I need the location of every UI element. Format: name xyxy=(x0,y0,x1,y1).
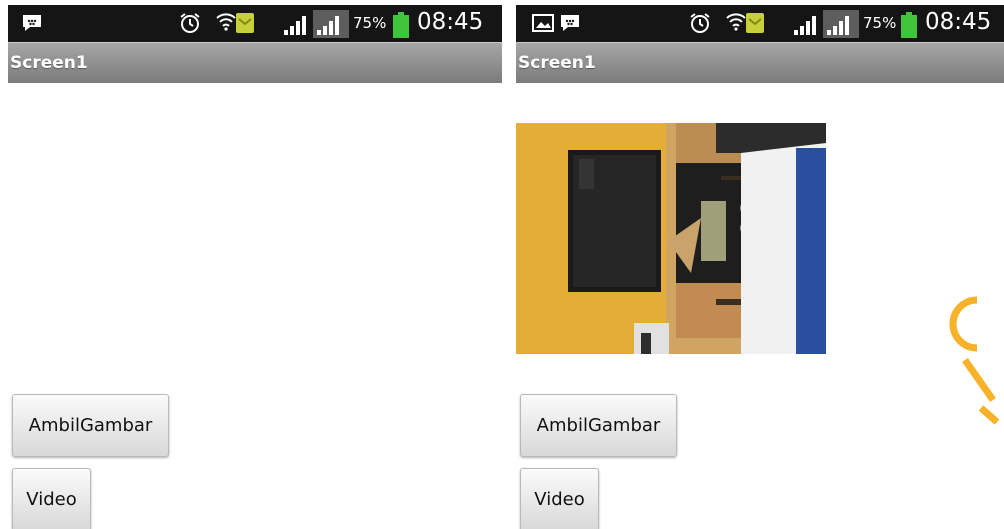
wifi-icon xyxy=(725,10,747,38)
video-button[interactable]: Video xyxy=(520,468,599,529)
alarm-icon xyxy=(688,11,712,39)
signal-icon xyxy=(792,14,820,40)
battery-percentage: 75% xyxy=(863,14,897,32)
room-photo-illustration xyxy=(516,123,826,354)
signal-icon xyxy=(282,14,310,40)
screen-title: Screen1 xyxy=(10,53,88,73)
video-button[interactable]: Video xyxy=(12,468,91,529)
watermark-logo xyxy=(949,296,1000,425)
bbm-chat-icon xyxy=(21,13,43,37)
phone-screen-left: 75% 08:45 Screen1 AmbilGambar Video xyxy=(8,5,502,529)
sim-card-icon xyxy=(745,12,765,38)
alarm-icon xyxy=(178,11,202,39)
sim-card-icon xyxy=(235,12,255,38)
screen-title: Screen1 xyxy=(518,53,596,73)
battery-icon xyxy=(393,12,409,42)
signal-icon xyxy=(823,10,859,42)
app-title-bar: Screen1 xyxy=(8,42,502,83)
phone-screen-right: 75% 08:45 Screen1 AmbilGambar Video xyxy=(516,5,1004,529)
status-bar: 75% 08:45 xyxy=(516,5,1004,42)
clock: 08:45 xyxy=(417,9,484,35)
picture-icon xyxy=(532,14,554,36)
clock: 08:45 xyxy=(925,9,992,35)
wifi-icon xyxy=(215,10,237,38)
battery-percentage: 75% xyxy=(353,14,387,32)
bbm-chat-icon xyxy=(559,13,581,37)
captured-photo xyxy=(516,123,826,354)
signal-icon xyxy=(313,10,349,42)
status-bar: 75% 08:45 xyxy=(8,5,502,42)
ambil-gambar-button[interactable]: AmbilGambar xyxy=(520,394,677,457)
battery-icon xyxy=(901,12,917,42)
ambil-gambar-button[interactable]: AmbilGambar xyxy=(12,394,169,457)
app-title-bar: Screen1 xyxy=(516,42,1004,83)
